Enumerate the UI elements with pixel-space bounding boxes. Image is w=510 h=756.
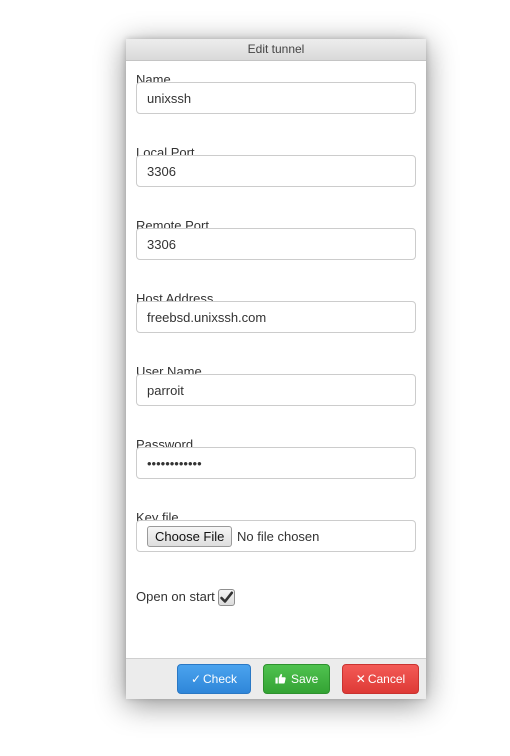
save-button-label: Save — [290, 672, 319, 686]
user-name-input[interactable] — [137, 375, 413, 405]
name-field-wrapper — [136, 82, 416, 114]
check-mark-icon — [220, 591, 234, 603]
thumbs-up-icon — [275, 672, 289, 686]
local-port-input[interactable] — [137, 156, 413, 186]
check-icon: ✓ — [190, 672, 202, 686]
host-address-field-wrapper — [136, 301, 416, 333]
open-on-start-checkbox[interactable] — [218, 589, 235, 606]
local-port-field-wrapper — [136, 155, 416, 187]
edit-tunnel-dialog: Edit tunnel Name Local Port Remote Port … — [126, 39, 426, 699]
check-button[interactable]: ✓ Check — [177, 664, 251, 694]
save-button[interactable]: Save — [263, 664, 330, 694]
remote-port-field-wrapper — [136, 228, 416, 260]
password-input[interactable] — [137, 448, 413, 478]
password-field-wrapper — [136, 447, 416, 479]
name-input[interactable] — [137, 83, 413, 113]
key-file-field: Choose File No file chosen — [136, 520, 416, 552]
host-address-input[interactable] — [137, 302, 413, 332]
dialog-footer: ✓ Check Save ✕ Cancel — [126, 658, 426, 699]
user-name-field-wrapper — [136, 374, 416, 406]
remote-port-input[interactable] — [137, 229, 413, 259]
window-title: Edit tunnel — [126, 39, 426, 61]
check-button-label: Check — [203, 672, 238, 686]
choose-file-button[interactable]: Choose File — [147, 526, 233, 547]
open-on-start-label: Open on start — [136, 589, 215, 604]
cancel-button-label: Cancel — [367, 672, 406, 686]
close-icon: ✕ — [355, 672, 366, 686]
file-status-text: No file chosen — [237, 529, 320, 544]
cancel-button[interactable]: ✕ Cancel — [342, 664, 419, 694]
